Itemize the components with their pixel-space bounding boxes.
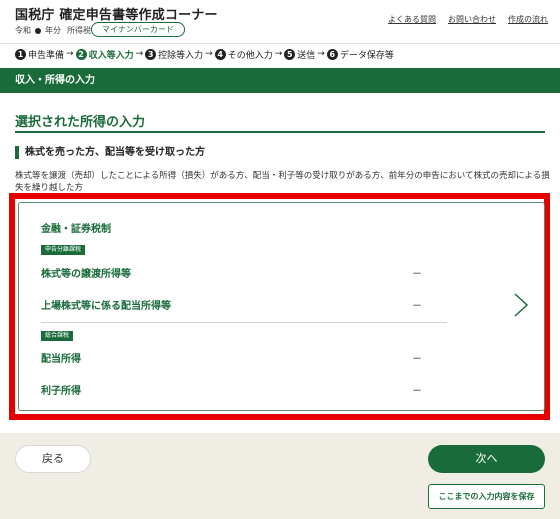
faq-link[interactable]: よくある質問 [388, 14, 436, 25]
step-1: 1 申告準備 [15, 48, 64, 61]
section-bar: 収入・所得の入力 [0, 68, 560, 93]
step-5: 5 送信 [284, 48, 315, 61]
chevron-right-icon[interactable] [511, 292, 531, 318]
row-label-dividend[interactable]: 配当所得 [41, 350, 81, 365]
step-arrow-icon: → [274, 49, 283, 59]
row-value-dividend: － [412, 354, 422, 365]
step-arrow-icon: → [317, 49, 325, 59]
row-value-stock-transfer: － [412, 269, 422, 280]
flow-link[interactable]: 作成の流れ [508, 14, 548, 25]
group-title: 金融・証券税制 [41, 224, 111, 235]
description: 株式等を譲渡（売却）したことによる所得（損失）がある方、配当・利子等の受け取りが… [15, 171, 550, 193]
header-links: よくある質問 お問い合わせ 作成の流れ [388, 14, 548, 25]
progress-steps: 1 申告準備 → 2 収入等入力 → 3 控除等入力 → 4 その他入力 → 5 送信 →… [15, 46, 394, 62]
row-value-interest: － [412, 386, 422, 397]
step-6: 6 データ保存等 [326, 48, 394, 61]
contact-link[interactable]: お問い合わせ [448, 14, 496, 25]
separate-taxation-tag: 申告分離課税 [41, 245, 86, 255]
mynumber-card-badge: マイナンバーカード [91, 22, 185, 37]
sub-heading: 株式を売った方、配当等を受け取った方 [15, 146, 205, 159]
title-divider [15, 131, 545, 133]
step-arrow-icon: → [205, 49, 213, 59]
row-label-stock-transfer[interactable]: 株式等の譲渡所得等 [41, 265, 131, 280]
step-arrow-icon: → [135, 49, 144, 59]
next-button[interactable]: 次へ [428, 445, 545, 473]
era-label: 令和 [15, 26, 31, 35]
row-value-listed-dividend: － [412, 301, 422, 312]
step-2: 2 収入等入力 [75, 48, 134, 61]
step-arrow-icon: → [66, 49, 74, 59]
row-label-interest[interactable]: 利子所得 [41, 382, 81, 397]
site-title: 国税庁 確定申告書等作成コーナー [15, 8, 218, 23]
page-title: 選択された所得の入力 [15, 115, 146, 130]
step-3: 3 控除等入力 [145, 48, 203, 61]
row-label-listed-dividend[interactable]: 上場株式等に係る配当所得等 [41, 297, 171, 312]
site-header: 国税庁 確定申告書等作成コーナー 令和 年分 所得税 マイナンバーカード よくあ… [0, 0, 560, 44]
card-divider [41, 322, 447, 323]
tax-type-label: 所得税 [67, 26, 91, 35]
back-button[interactable]: 戻る [15, 445, 91, 473]
comprehensive-taxation-tag: 総合課税 [41, 331, 74, 341]
step-4: 4 その他入力 [214, 48, 273, 61]
tax-year-info: 令和 年分 所得税 [15, 25, 91, 36]
footer-bar: 戻る 次へ ここまでの入力内容を保存 [0, 433, 560, 519]
year-suffix: 年分 [45, 26, 61, 35]
income-selection-card[interactable]: 金融・証券税制 申告分離課税 株式等の譲渡所得等 － 上場株式等に係る配当所得等… [18, 202, 545, 411]
save-progress-button[interactable]: ここまでの入力内容を保存 [428, 484, 545, 509]
year-dot-icon [35, 27, 41, 34]
